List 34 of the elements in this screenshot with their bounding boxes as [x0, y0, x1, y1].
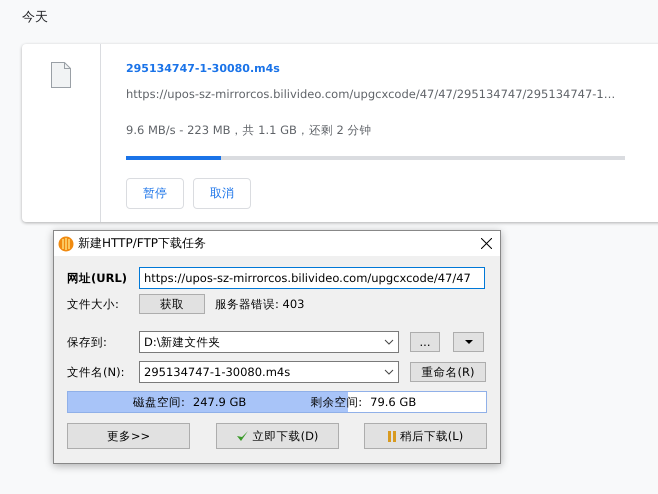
size-status: 服务器错误: 403 — [215, 296, 304, 312]
close-icon — [480, 238, 492, 249]
dialog-button[interactable]: 立即下载(D) — [216, 423, 338, 449]
url-field[interactable]: https://upos-sz-mirrorcos.bilivideo.com/upgcxcode/47/47 — [139, 267, 485, 289]
disk-label: 磁盘空间: — [133, 394, 185, 410]
fetch-button[interactable]: 获取 — [139, 294, 205, 314]
app-icon — [58, 236, 74, 252]
size-label: 文件大小: — [67, 296, 120, 312]
download-status: 9.6 MB/s - 223 MB，共 1.1 GB，还剩 2 分钟 — [126, 123, 373, 138]
free-value: 79.6 GB — [370, 395, 416, 409]
browse-button[interactable]: ... — [410, 332, 440, 352]
file-icon — [51, 62, 71, 88]
section-title: 今天 — [22, 9, 48, 26]
triangle-down-icon — [464, 340, 472, 344]
file-url: https://upos-sz-mirrorcos.bilivideo.com/upgcxcode/47/47/295134747/295134747-1… — [126, 87, 616, 101]
chevron-down-icon — [384, 339, 394, 345]
file-name-dropdown[interactable]: 295134747-1-30080.m4s — [139, 361, 399, 383]
url-label: 网址(URL) — [67, 270, 128, 286]
pause-icon — [388, 430, 396, 442]
rename-button[interactable]: 重命名(R) — [410, 362, 486, 382]
chevron-down-icon — [384, 369, 394, 375]
dropdown-button[interactable] — [453, 332, 484, 352]
save-label: 保存到: — [67, 334, 108, 350]
name-label: 文件名(N): — [67, 364, 126, 380]
dialog-button[interactable]: 稍后下载(L) — [364, 423, 487, 449]
disk-value: 247.9 GB — [192, 395, 246, 409]
dialog-title: 新建HTTP/FTP下载任务 — [78, 235, 208, 252]
save-path-dropdown[interactable]: D:\新建文件夹 — [139, 331, 399, 353]
free-label: 剩余空间: — [310, 394, 362, 410]
file-name-link[interactable]: 295134747-1-30080.m4s — [126, 62, 626, 75]
check-icon — [236, 430, 249, 442]
card-button[interactable]: 暂停 — [126, 178, 184, 209]
dialog-button[interactable]: 更多>> — [67, 423, 190, 449]
card-button[interactable]: 取消 — [193, 178, 251, 209]
